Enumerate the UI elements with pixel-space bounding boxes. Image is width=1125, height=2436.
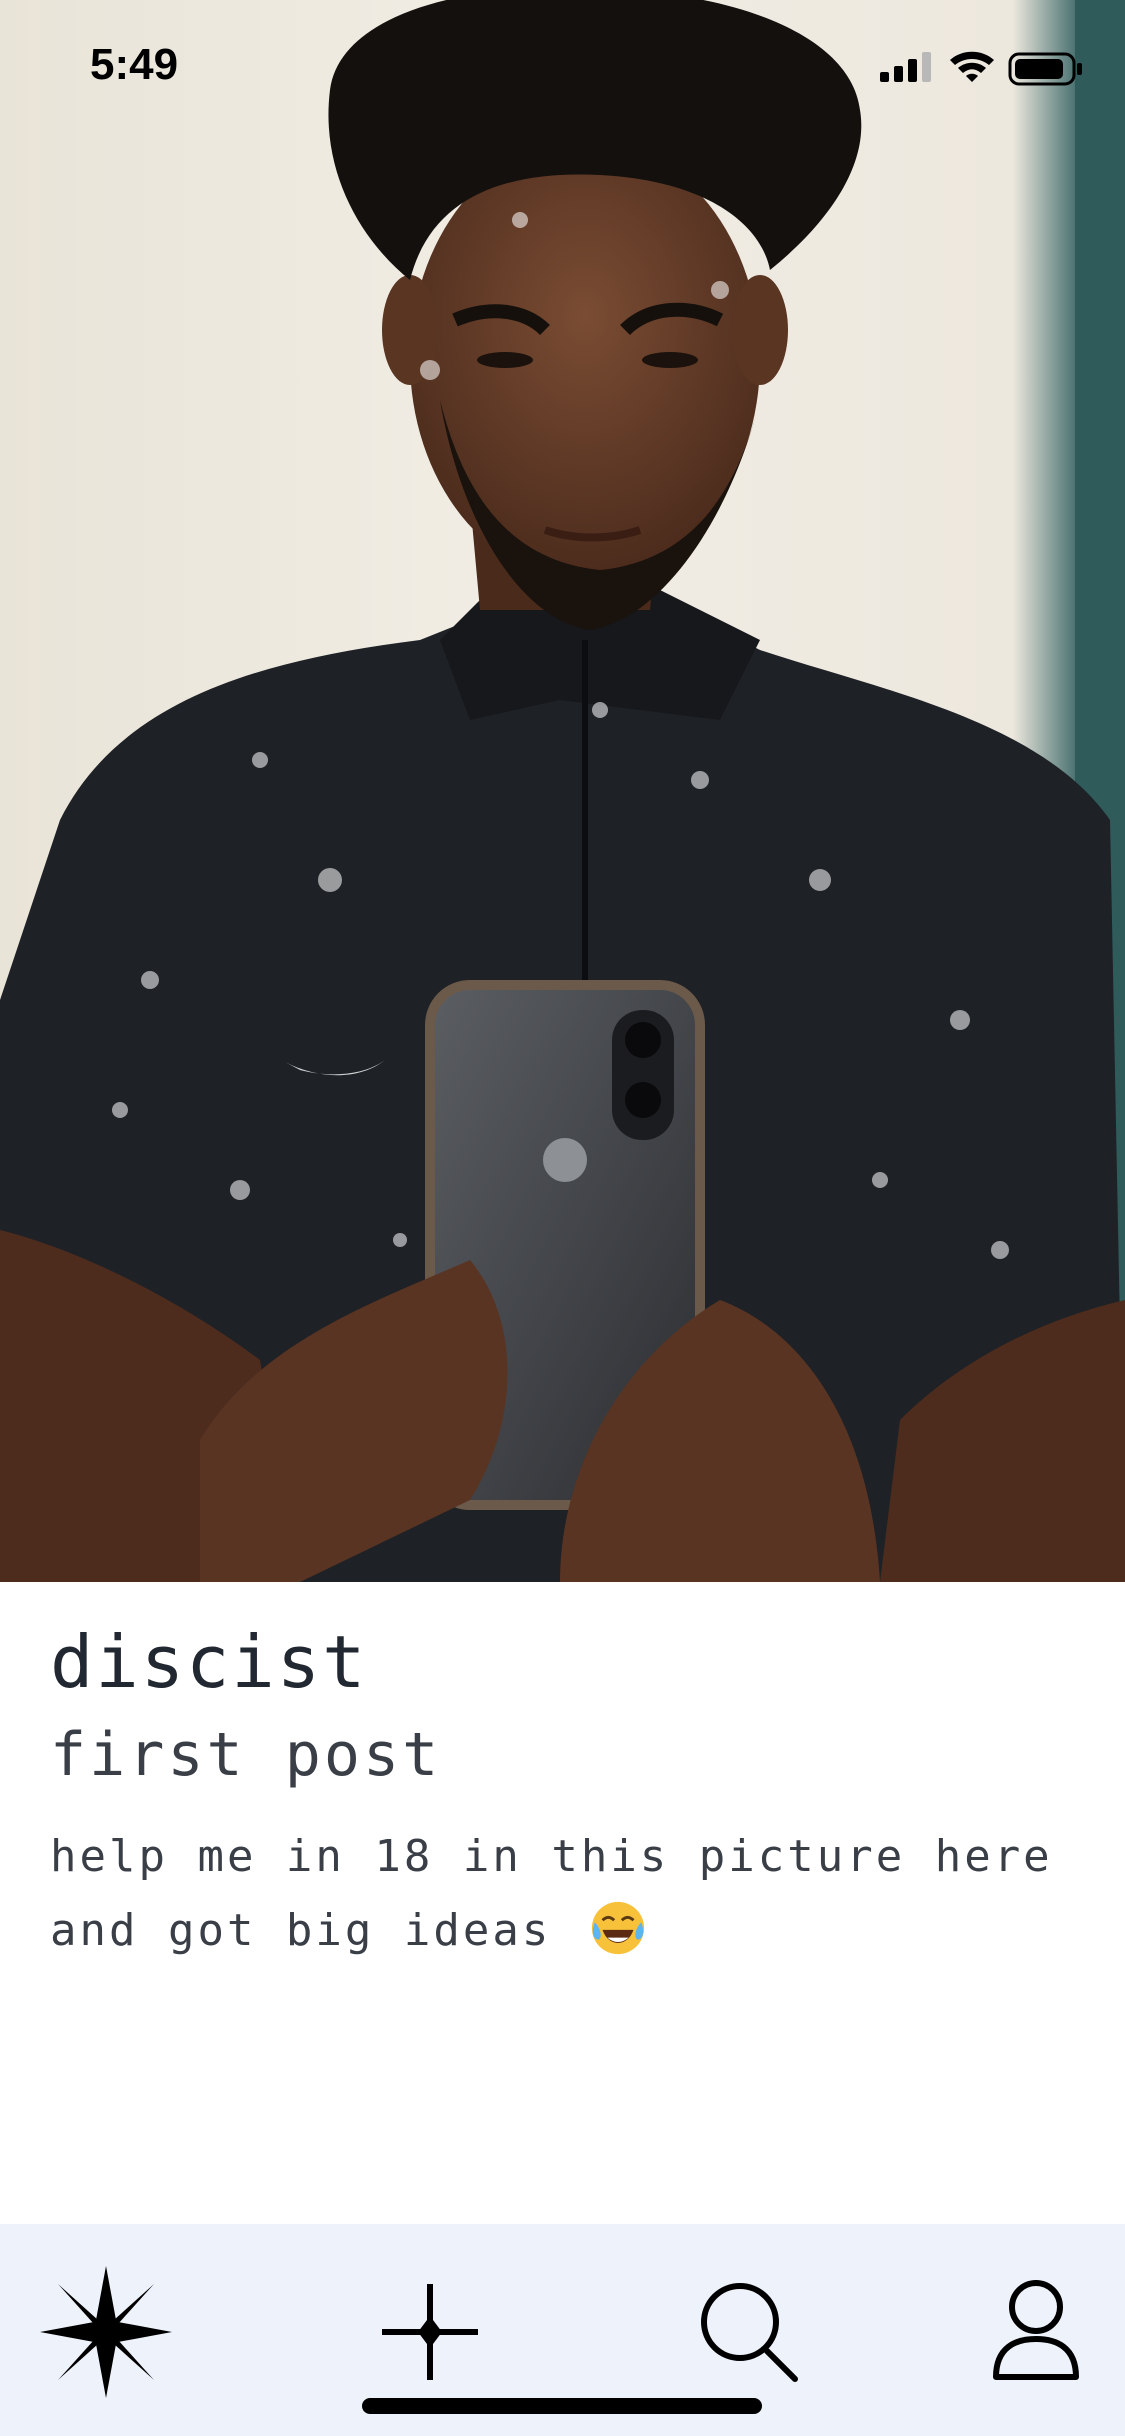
post-body: help me in 18 in this picture here and g… bbox=[50, 1820, 1090, 1968]
tab-profile[interactable] bbox=[966, 2262, 1106, 2402]
plus-icon bbox=[382, 2284, 478, 2380]
tab-explore[interactable] bbox=[36, 2262, 176, 2402]
compass-star-icon bbox=[40, 2266, 172, 2398]
post-username[interactable]: discist bbox=[50, 1620, 367, 1704]
tab-create[interactable] bbox=[360, 2262, 500, 2402]
face-with-tears-of-joy-emoji bbox=[591, 1901, 644, 1955]
wifi-icon bbox=[950, 51, 994, 82]
home-indicator bbox=[362, 2398, 762, 2414]
battery-icon bbox=[1008, 52, 1082, 86]
status-time: 5:49 bbox=[90, 40, 179, 89]
status-bar: 5:49 bbox=[0, 0, 1125, 140]
post-title: first post bbox=[50, 1720, 442, 1790]
post-body-text: help me in 18 in this picture here and g… bbox=[50, 1831, 1053, 1956]
selfie-image bbox=[0, 0, 1125, 1582]
post-photo[interactable] bbox=[0, 0, 1125, 1582]
cellular-signal-icon bbox=[880, 52, 931, 82]
tab-search[interactable] bbox=[680, 2262, 820, 2402]
profile-icon bbox=[993, 2280, 1079, 2380]
search-icon bbox=[701, 2283, 798, 2382]
